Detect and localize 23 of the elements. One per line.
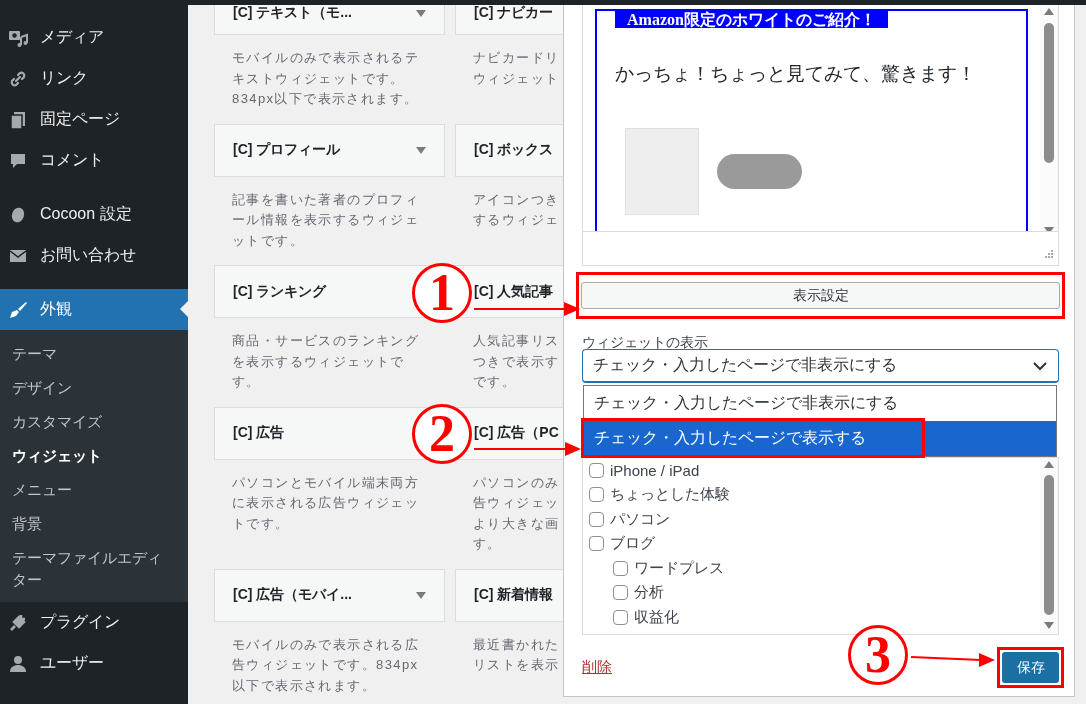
field-label: ウィジェットの表示: [582, 333, 709, 351]
widget-description: ナビカードリウィジェット: [473, 49, 561, 88]
widget-title: [C] ランキング: [233, 282, 327, 301]
callout-text: かっちょ！ちょっと見てみて、驚きます！: [615, 62, 977, 86]
widget-description: アイコンつきするウィジェ: [473, 190, 561, 229]
widget-title: [C] プロフィール: [233, 141, 341, 159]
widget-description: 記事を書いた著者のプロフィール情報を表示するウィジェットです。: [232, 190, 421, 250]
widget-description: 商品・サービスのランキングを表示するウィジェットです。: [232, 332, 421, 391]
widget-description: モバイルのみで表示されるテキストウィジェットです。834px以下で表示されます。: [232, 49, 421, 108]
callout-heading: Amazon限定のホワイトのご紹介！: [615, 11, 888, 28]
widget-title: [C] 広告: [233, 424, 285, 442]
widget-title: [C] 広告（PC: [474, 424, 559, 442]
widget-description: パソコンのみ告ウィジェッより大きな画す。: [473, 473, 561, 553]
widget-title: [C] 新着情報: [474, 586, 554, 604]
widget-title: [C] 人気記事: [474, 282, 554, 301]
widget-title: [C] テキスト（モ...: [233, 5, 352, 22]
widget-description: モバイルのみで表示される広告ウィジェットです。834px以下で表示されます。: [232, 635, 421, 695]
widget-description: 人気記事リスつきで表示すです。: [473, 332, 561, 391]
widget-title: [C] 広告（モバイ...: [233, 586, 352, 604]
widget-description: 最近書かれたリストを表示: [473, 635, 561, 674]
widget-description: パソコンとモバイル端末両方に表示される広告ウィジェットです。: [232, 473, 421, 533]
widget-title: [C] ボックス: [474, 141, 554, 159]
widget-title: [C] ナビカー: [474, 5, 554, 22]
